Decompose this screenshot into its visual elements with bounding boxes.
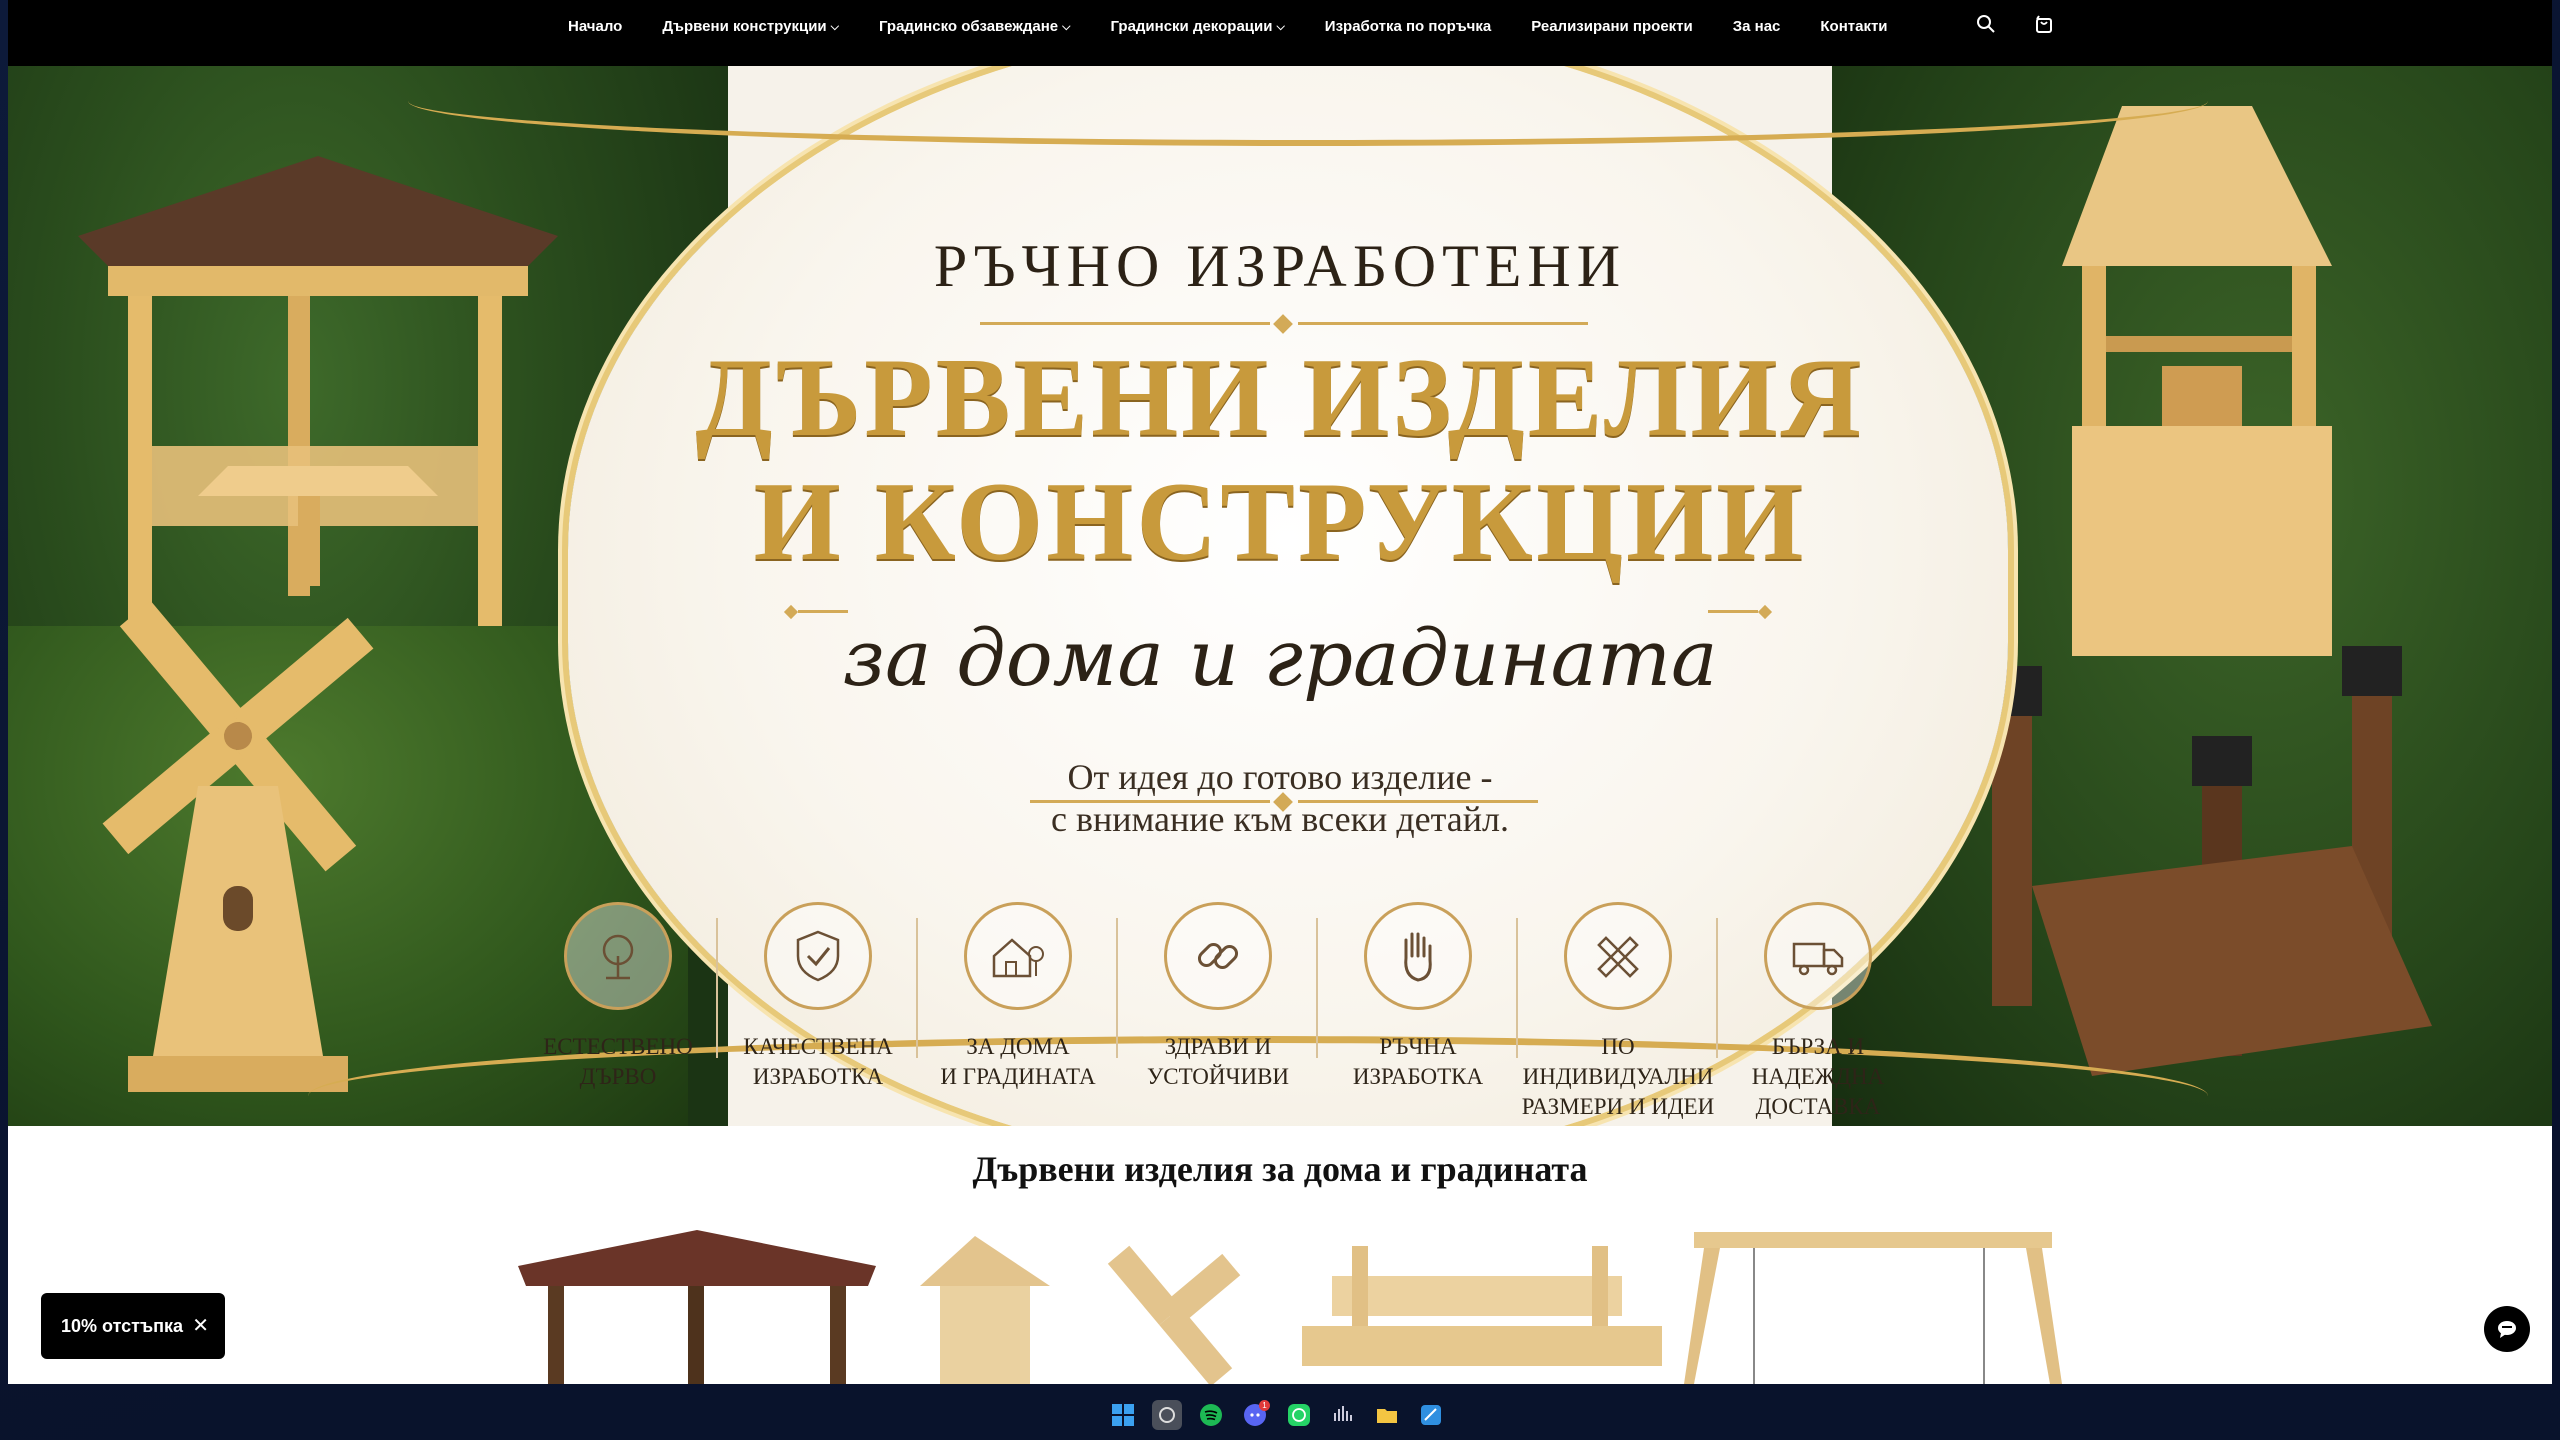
hero-title-script: за дома и градината [842,614,1718,704]
bridge-illustration [1982,646,2432,1076]
hero-title-line1: ДЪРВЕНИ ИЗДЕЛИЯ [695,336,1865,460]
spotify-icon[interactable] [1196,1400,1226,1430]
hero-title-line2: И КОНСТРУКЦИИ [753,460,1807,584]
taskbar-icons: 1 [1108,1400,1446,1430]
nav-item[interactable]: За нас [1733,18,1781,35]
nav-item-label: Градинско обзавеждане [879,17,1059,35]
feature-row: ЕСТЕСТВЕНО ДЪРВО КАЧЕСТВЕНА ИЗРАБОТКА ЗА Д… [518,902,1918,1122]
house-tree-icon [964,902,1072,1010]
product-swing[interactable] [1684,1226,2062,1384]
truck-icon [1764,902,1872,1010]
nav-icons [1974,12,2056,36]
feature-item: БЪРЗА И НАДЕЖДНА ДОСТАВКА [1716,902,1918,1122]
nav-item[interactable]: Градинско обзавеждане ⌵ [879,18,1070,35]
product-strip [508,1226,2068,1384]
shield-check-icon [764,902,872,1010]
feature-label: РЪЧНА ИЗРАБОТКА [1352,1034,1484,1089]
nav-item[interactable]: Контакти [1820,18,1887,35]
feature-item: РЪЧНА ИЗРАБОТКА [1316,902,1518,1122]
chat-bubble-icon [2498,1321,2516,1338]
feature-item: ПО ИНДИВИДУАЛНИ РАЗМЕРИ И ИДЕИ [1516,902,1718,1122]
feature-label: ЕСТЕСТВЕНО ДЪРВО [543,1034,693,1089]
nav-item-label: Изработка по поръчка [1324,17,1492,35]
discord-badge: 1 [1259,1400,1270,1411]
divider [798,610,848,613]
divider [1708,610,1758,613]
nav-item-label: Начало [568,17,623,35]
app-icon[interactable] [1152,1400,1182,1430]
feature-label: ЗДРАВИ И УСТОЙЧИВИ [1146,1034,1290,1089]
browser-page: Начало Дървени конструкции ⌵ Градинско обза… [8,0,2552,1384]
files-icon[interactable] [1372,1400,1402,1430]
chevron-down-icon: ⌵ [1062,20,1071,33]
tree-icon [564,902,672,1010]
nav-item[interactable]: Реализирани проекти [1531,18,1693,35]
feature-label: БЪРЗА И НАДЕЖДНА ДОСТАВКА [1751,1034,1885,1119]
discord-icon[interactable]: 1 [1240,1400,1270,1430]
divider [980,322,1270,325]
hand-icon [1364,902,1472,1010]
nav-item-label: За нас [1732,17,1781,35]
app-blue-icon[interactable] [1416,1400,1446,1430]
hero-title-small: РЪЧНО ИЗРАБОТЕНИ [933,233,1627,299]
feature-label: КАЧЕСТВЕНА ИЗРАБОТКА [743,1034,893,1089]
windows-start-icon[interactable] [1108,1400,1138,1430]
divider [1030,800,1270,803]
feature-item: ЗА ДОМА И ГРАДИНАТА [916,902,1118,1122]
divider [1298,800,1538,803]
hero-subtitle-line1: От идея до готово изделие - [1067,757,1493,797]
discount-label: 10% отстъпка [61,1315,183,1336]
nav-item[interactable]: Изработка по поръчка [1325,18,1491,35]
top-navigation: Начало Дървени конструкции ⌵ Градинско обза… [8,0,2552,66]
chat-button[interactable] [2484,1306,2530,1352]
divider [1298,322,1588,325]
nav-item-label: Градински декорации [1110,17,1273,35]
nav-item[interactable]: Градински декорации ⌵ [1110,18,1284,35]
product-gazebo[interactable] [508,1226,886,1384]
whatsapp-icon[interactable] [1284,1400,1314,1430]
taskbar: 1 [0,1390,2560,1440]
discount-popup[interactable]: 10% отстъпка ✕ [41,1293,225,1359]
feature-label: ЗА ДОМА И ГРАДИНАТА [940,1034,1096,1089]
nav-item-label: Дървени конструкции [662,17,827,35]
chevron-down-icon: ⌵ [830,20,839,33]
search-icon[interactable] [1974,12,1998,36]
section-title: Дървени изделия за дома и градината [972,1149,1588,1189]
feature-item: КАЧЕСТВЕНА ИЗРАБОТКА [716,902,918,1122]
ruler-pencil-icon [1564,902,1672,1010]
hero-banner: РЪЧНО ИЗРАБОТЕНИ ДЪРВЕНИ ИЗДЕЛИЯ И КОНСТ… [8,66,2552,1126]
close-icon[interactable]: ✕ [192,1313,209,1338]
nav-item[interactable]: Начало [568,18,622,35]
product-well-windmill[interactable] [900,1226,1278,1384]
feature-item: ЕСТЕСТВЕНО ДЪРВО [518,902,718,1122]
nav-item-label: Контакти [1820,17,1888,35]
chevron-down-icon: ⌵ [1276,20,1285,33]
nav-item-label: Реализирани проекти [1531,17,1693,35]
feature-label: ПО ИНДИВИДУАЛНИ РАЗМЕРИ И ИДЕИ [1521,1034,1715,1119]
nav-item[interactable]: Дървени конструкции ⌵ [662,18,839,35]
product-bench[interactable] [1292,1226,1670,1384]
chain-link-icon [1164,902,1272,1010]
nav-menu: Начало Дървени конструкции ⌵ Градинско обза… [568,0,1928,52]
cart-icon[interactable] [2032,12,2056,36]
audio-icon[interactable] [1328,1400,1358,1430]
feature-item: ЗДРАВИ И УСТОЙЧИВИ [1116,902,1318,1122]
